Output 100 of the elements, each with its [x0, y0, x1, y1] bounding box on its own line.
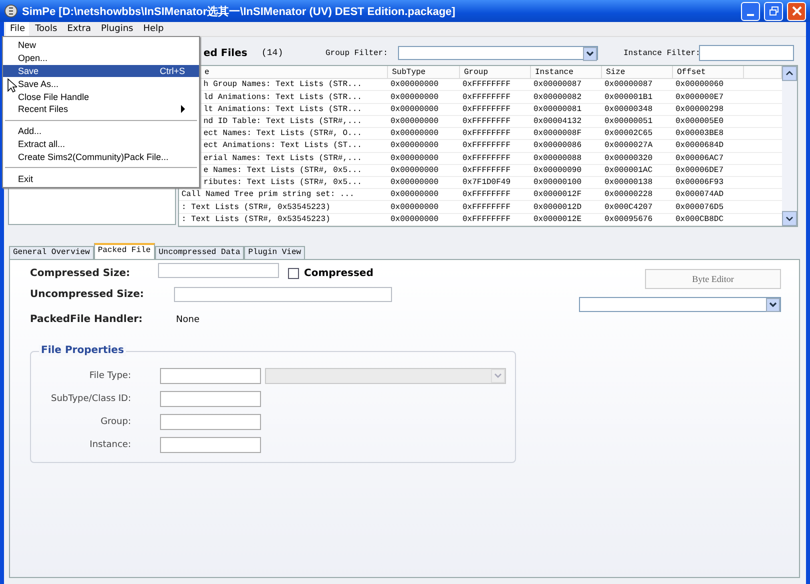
- table-cell: 0x00000000: [388, 188, 460, 201]
- mouse-pointer-icon: [7, 78, 17, 93]
- table-cell: erial Names: Text Lists (STR#,...: [204, 154, 362, 163]
- table-cell: 0x00000000: [388, 213, 460, 226]
- table-cell: 0xFFFFFFFF: [460, 164, 530, 176]
- instance-filter-field[interactable]: [698, 45, 794, 61]
- field-label: Group:: [100, 417, 131, 427]
- menu-item[interactable]: Recent Files: [3, 102, 199, 116]
- column-header[interactable]: e: [204, 68, 210, 77]
- table-cell: 0x00004132: [530, 115, 602, 128]
- table-cell: 0x0000012D: [530, 200, 602, 214]
- table-cell: 0x00000100: [530, 176, 602, 189]
- menu-item[interactable]: Save As...: [3, 77, 199, 90]
- menu-item[interactable]: Extract all...: [3, 138, 199, 150]
- tab[interactable]: Packed File: [94, 243, 155, 259]
- menu-item[interactable]: Close File Handle: [3, 90, 199, 103]
- table-cell: Call Named Tree prim string set: ...: [182, 190, 354, 200]
- field-label: Compressed Size:: [30, 268, 132, 279]
- menu-item-label: Close File Handle: [18, 92, 90, 102]
- scroll-up-icon[interactable]: [782, 66, 797, 81]
- table-cell: 0x00000000: [388, 152, 460, 164]
- menu-item[interactable]: Plugins: [97, 22, 138, 36]
- table-cell: 0x00000087: [602, 78, 672, 91]
- plugin-dropdown[interactable]: [579, 297, 781, 312]
- menu-item[interactable]: File: [6, 22, 30, 36]
- field-label: SubType/Class ID:: [50, 394, 131, 404]
- group-filter-dropdown[interactable]: [398, 46, 598, 60]
- menu-item[interactable]: Extra: [63, 22, 95, 36]
- minimize-button[interactable]: [741, 2, 760, 20]
- table-cell: 0x00000082: [530, 90, 602, 104]
- table-cell: 0x00000087: [530, 78, 602, 91]
- text-field[interactable]: [160, 368, 261, 384]
- menu-item[interactable]: Add...: [3, 124, 199, 138]
- menu-item[interactable]: New: [3, 39, 199, 52]
- menu-item[interactable]: Create Sims2(Community)Pack File...: [3, 150, 199, 164]
- byte-editor-button[interactable]: Byte Editor: [645, 269, 781, 289]
- compressed-checkbox[interactable]: [288, 268, 299, 279]
- table-cell: 0x00002C65: [602, 128, 672, 140]
- menu-item[interactable]: Help: [139, 22, 168, 36]
- table-cell: 0x00000000: [388, 78, 460, 91]
- table-cell: 0x000001AC: [602, 164, 672, 176]
- menu-item-label: Recent Files: [18, 104, 68, 114]
- table-cell: 0x00006F93: [672, 176, 744, 189]
- menu-item-label: Save: [18, 66, 39, 76]
- file-type-dropdown[interactable]: [265, 368, 506, 384]
- handler-value: None: [176, 314, 200, 324]
- table-cell: 0x00000000: [388, 115, 460, 128]
- table-cell: 0xFFFFFFFF: [460, 103, 530, 116]
- column-header[interactable]: Group: [460, 66, 530, 79]
- text-field[interactable]: [160, 437, 261, 453]
- table-cell: 0x000001B1: [602, 90, 672, 104]
- table-cell: 0x00000086: [530, 140, 602, 152]
- table-cell: 0x00006DE7: [672, 164, 744, 176]
- table-cell: lt Animations: Text Lists (STR...: [204, 104, 362, 114]
- file-count: (14): [262, 48, 284, 58]
- table-cell: 0x000076D5: [672, 200, 744, 214]
- table-cell: 0x000074AD: [672, 188, 744, 201]
- field-label: File Type:: [88, 371, 131, 381]
- restore-button[interactable]: [764, 2, 783, 20]
- column-header[interactable]: Instance: [530, 66, 602, 79]
- menu-item-label: Extract all...: [18, 138, 66, 149]
- table-cell: 0x0000684D: [672, 140, 744, 152]
- table-cell: 0x00000060: [672, 78, 744, 91]
- column-header[interactable]: Size: [602, 66, 672, 79]
- column-header[interactable]: SubType: [388, 66, 460, 79]
- table-cell: 0x00000348: [602, 103, 672, 116]
- field-label: Uncompressed Size:: [30, 289, 145, 300]
- table-cell: 0x000000E7: [672, 90, 744, 104]
- table-cell: 0xFFFFFFFF: [460, 90, 530, 104]
- menu-item[interactable]: Exit: [3, 172, 199, 185]
- table-cell: 0x000CB8DC: [672, 213, 744, 226]
- menu-item[interactable]: Tools: [31, 22, 62, 36]
- table-cell: 0xFFFFFFFF: [460, 188, 530, 201]
- text-field[interactable]: [160, 414, 261, 430]
- table-cell: : Text Lists (STR#, 0x53545223): [182, 214, 330, 224]
- table-cell: 0x00000000: [388, 140, 460, 152]
- menu-item[interactable]: Open...: [3, 52, 199, 65]
- table-cell: 0x0000012E: [530, 213, 602, 226]
- scroll-down-icon[interactable]: [782, 211, 797, 226]
- restore-icon: [768, 6, 778, 16]
- column-header[interactable]: Offset: [672, 66, 744, 79]
- submenu-arrow-icon: [181, 105, 185, 114]
- table-cell: 0xFFFFFFFF: [460, 115, 530, 128]
- table-cell: 0xFFFFFFFF: [460, 200, 530, 214]
- table-cell: 0x0000008F: [530, 128, 602, 140]
- tab[interactable]: Plugin View: [244, 246, 306, 259]
- uncompressed-size-field[interactable]: [174, 287, 392, 302]
- compressed-size-field[interactable]: [158, 263, 279, 278]
- scrollbar[interactable]: [782, 66, 797, 226]
- tab[interactable]: Uncompressed Data: [154, 246, 244, 259]
- table-cell: 0x00000081: [530, 103, 602, 116]
- table-cell: 0x00000000: [388, 164, 460, 176]
- table-cell: 0x00000088: [530, 152, 602, 164]
- table-cell: e Names: Text Lists (STR#, 0x5...: [204, 166, 362, 175]
- tab[interactable]: General Overview: [9, 246, 94, 259]
- table-cell: 0x0000027A: [602, 140, 672, 152]
- close-button[interactable]: [787, 2, 806, 20]
- table-cell: 0x7F1D0F49: [460, 176, 530, 189]
- text-field[interactable]: [160, 391, 261, 407]
- menu-item[interactable]: Save Ctrl+S: [3, 64, 199, 78]
